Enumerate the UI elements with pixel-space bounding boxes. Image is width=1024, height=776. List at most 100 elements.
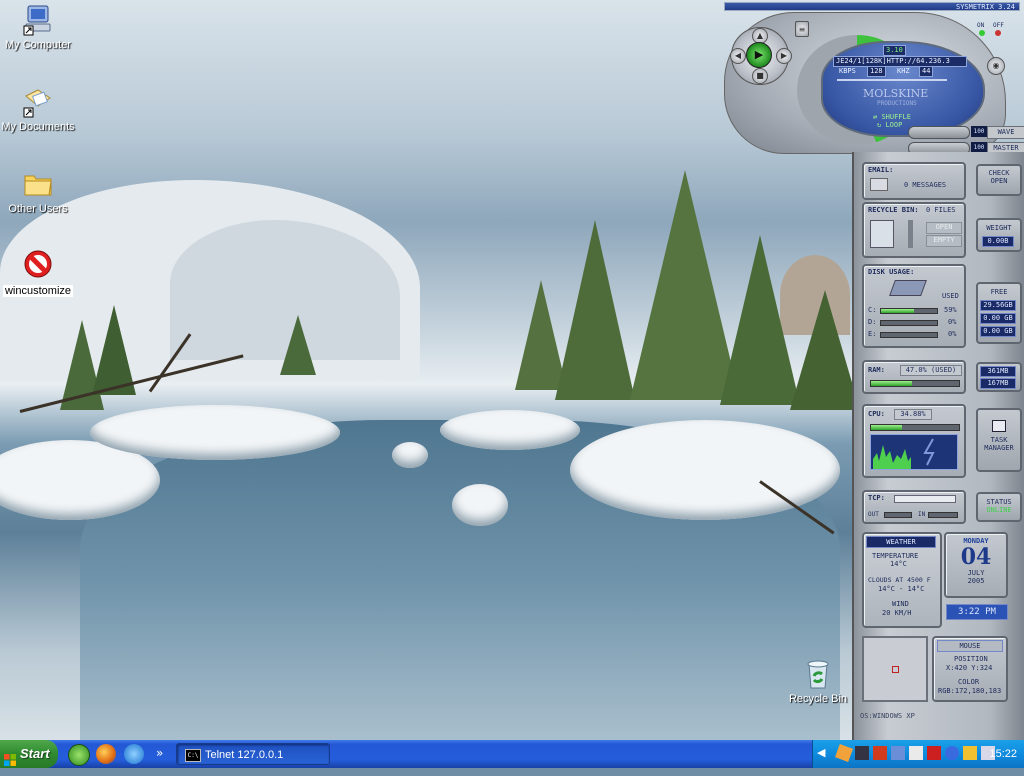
tcp-out: OUT bbox=[868, 511, 879, 518]
tray-expand-icon[interactable]: ◀ bbox=[817, 746, 825, 759]
position-label: POSITION bbox=[954, 655, 988, 663]
color-label: COLOR bbox=[958, 678, 980, 686]
tray-list-icon[interactable] bbox=[855, 746, 869, 760]
open-mail-button[interactable]: OPEN bbox=[978, 177, 1020, 185]
task-manager-button[interactable]: TASK MANAGER bbox=[976, 408, 1022, 472]
drive-c-bar bbox=[880, 308, 938, 314]
snow-rock bbox=[452, 484, 508, 526]
ram-fill bbox=[871, 381, 913, 386]
khz-label: KHZ bbox=[897, 67, 910, 75]
tray-network-icon[interactable] bbox=[891, 746, 905, 760]
desktop-icon-label: My Computer bbox=[4, 39, 72, 51]
recycle-files: 0 FILES bbox=[926, 206, 956, 214]
drive-d-bar bbox=[880, 320, 938, 326]
monitor-icon bbox=[992, 420, 1006, 432]
tray-app-icon[interactable] bbox=[835, 744, 853, 762]
tcp-meter bbox=[894, 495, 956, 503]
loop-toggle[interactable]: ↻ LOOP bbox=[877, 121, 902, 129]
drive-e-free: 0.00 GB bbox=[980, 326, 1016, 337]
weight-label: WEIGHT bbox=[986, 224, 1012, 232]
quicklaunch-app-icon[interactable] bbox=[68, 744, 90, 766]
tray-clock[interactable]: 15:22 bbox=[989, 740, 1017, 768]
drive-c-fill bbox=[881, 309, 915, 313]
start-label: Start bbox=[20, 746, 50, 761]
player-display: 3.10 JE24/1[128K]HTTP://64.236.3 KBPS 12… bbox=[821, 41, 985, 137]
recycle-empty-button[interactable]: EMPTY bbox=[926, 235, 962, 247]
taskbar-telnet-label: Telnet 127.0.0.1 bbox=[205, 749, 284, 761]
position-value: X:420 Y:324 bbox=[946, 664, 993, 672]
tray-security-icon[interactable] bbox=[945, 746, 959, 760]
monitor-column: EMAIL: 0 MESSAGES CHECK OPEN RECYCLE BIN… bbox=[852, 152, 1024, 740]
sysmetrix-widget: SYSMETRIX 3.24 ▲ ◀ ▶ ■ ▶ ≡ 3.10 JE24/1[1… bbox=[722, 0, 1024, 740]
stop-button[interactable]: ■ bbox=[752, 68, 768, 84]
off-led[interactable] bbox=[995, 30, 1001, 36]
kbps-value: 128 bbox=[867, 66, 886, 77]
status-label: STATUS bbox=[986, 498, 1012, 506]
internet-explorer-icon[interactable] bbox=[124, 744, 144, 764]
tray-update-icon[interactable] bbox=[963, 746, 977, 760]
desktop-icon-my-documents[interactable]: My Documents bbox=[0, 86, 78, 133]
firefox-icon[interactable] bbox=[96, 744, 116, 764]
recycle-level bbox=[908, 220, 913, 248]
temperature-value: 14°C bbox=[890, 560, 907, 568]
logo-text: MOLSKINE bbox=[863, 87, 929, 100]
desktop-icon-wincustomize[interactable]: wincustomize bbox=[0, 250, 78, 297]
seek-bar[interactable] bbox=[837, 79, 947, 81]
wave-volume-slider[interactable]: 100 WAVE bbox=[908, 126, 1024, 139]
cpu-bar bbox=[870, 424, 960, 431]
date-pane: MONDAY 04 JULY 2005 bbox=[944, 532, 1008, 598]
ram-pane: RAM: 47.0% (USED) bbox=[862, 360, 966, 394]
play-button[interactable]: ▶ bbox=[746, 42, 772, 68]
drive-e-bar bbox=[880, 332, 938, 338]
tray-ati-icon[interactable] bbox=[927, 746, 941, 760]
on-led[interactable] bbox=[979, 30, 985, 36]
mouse-color-swatch bbox=[862, 636, 928, 702]
task-manager-line2: MANAGER bbox=[984, 444, 1014, 452]
console-icon: C:\ bbox=[185, 749, 201, 762]
desktop-icon-my-computer[interactable]: My Computer bbox=[0, 4, 78, 51]
system-tray: ◀ 15:22 bbox=[812, 740, 1024, 768]
trash-icon bbox=[870, 220, 894, 248]
drive-e-used: 0% bbox=[948, 330, 957, 338]
drive-c-letter: C: bbox=[868, 306, 877, 314]
wave-label: WAVE bbox=[987, 126, 1024, 139]
snowbank bbox=[90, 405, 340, 460]
ram-total: 361MB bbox=[980, 366, 1016, 377]
used-label: USED bbox=[942, 292, 959, 300]
snow-rock bbox=[392, 442, 428, 468]
off-label: OFF bbox=[993, 22, 1004, 29]
tray-car-icon[interactable] bbox=[873, 746, 887, 760]
settings-button[interactable]: ◉ bbox=[987, 57, 1005, 75]
tree bbox=[280, 315, 316, 375]
tray-mail-icon[interactable] bbox=[909, 746, 923, 760]
tcp-pane: TCP: OUT IN bbox=[862, 490, 966, 524]
email-messages: 0 MESSAGES bbox=[904, 181, 947, 189]
recycle-weight: WEIGHT 0.00B bbox=[976, 218, 1022, 252]
next-button[interactable]: ▶ bbox=[776, 48, 792, 64]
drive-d-used: 0% bbox=[948, 318, 957, 326]
playlist-icon[interactable]: ≡ bbox=[795, 21, 809, 37]
start-button[interactable]: Start bbox=[0, 740, 58, 768]
ram-bar bbox=[870, 380, 960, 387]
temperature-label: TEMPERATURE bbox=[872, 552, 919, 560]
shuffle-toggle[interactable]: ⇄ SHUFFLE bbox=[873, 113, 911, 121]
check-mail-button[interactable]: CHECK bbox=[978, 169, 1020, 177]
recycle-open-button[interactable]: OPEN bbox=[926, 222, 962, 234]
color-value: RGB:172,180,183 bbox=[938, 687, 1002, 695]
clouds-text: CLOUDS AT 4500 F bbox=[868, 576, 931, 584]
weight-value: 0.00B bbox=[982, 236, 1014, 247]
drive-e-letter: E: bbox=[868, 330, 877, 338]
prev-button[interactable]: ◀ bbox=[730, 48, 746, 64]
windows-logo-icon bbox=[4, 748, 16, 766]
recycle-pane: RECYCLE BIN: 0 FILES OPEN EMPTY bbox=[862, 202, 966, 258]
hard-drive-icon bbox=[889, 280, 927, 296]
widget-title-bar[interactable]: SYSMETRIX 3.24 bbox=[724, 2, 1020, 11]
email-title: EMAIL: bbox=[868, 166, 894, 174]
desktop-icon-other-users[interactable]: Other Users bbox=[0, 168, 78, 215]
weather-title: WEATHER bbox=[866, 536, 936, 548]
cpu-graph bbox=[870, 434, 958, 470]
quicklaunch-overflow-icon[interactable]: » bbox=[156, 746, 163, 760]
drive-c-free: 29.56GB bbox=[980, 300, 1016, 311]
month-name: JULY bbox=[967, 569, 985, 577]
taskbar-telnet-button[interactable]: C:\ Telnet 127.0.0.1 bbox=[176, 743, 330, 765]
